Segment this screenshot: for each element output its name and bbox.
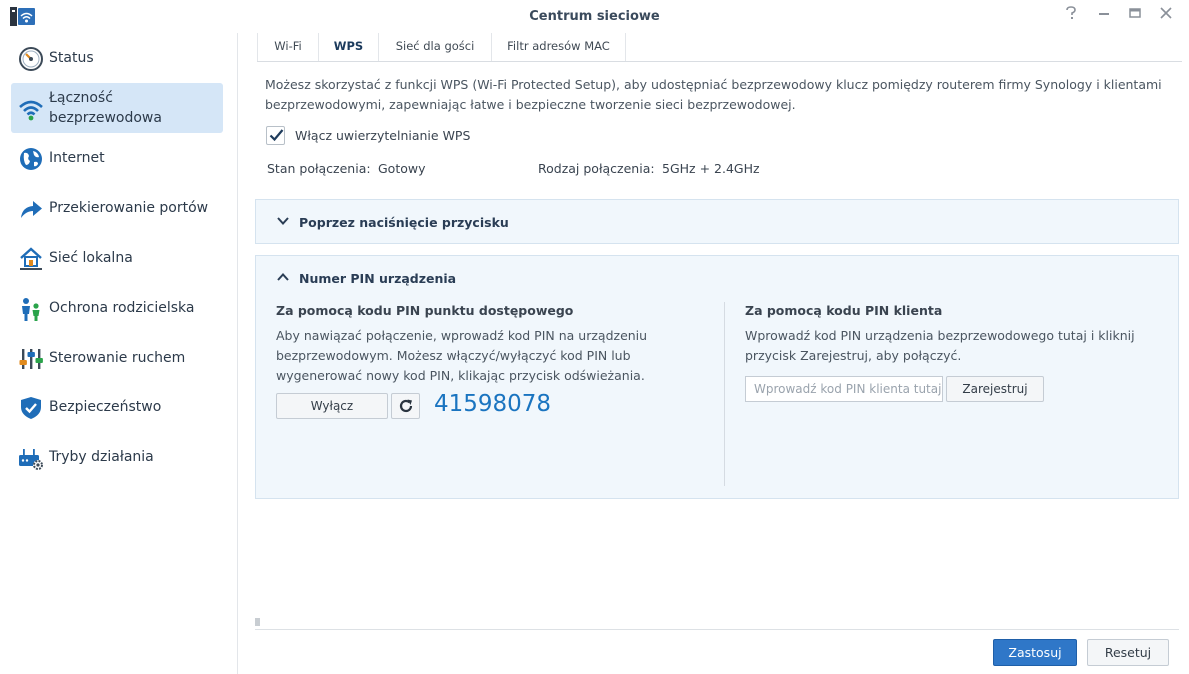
home-network-icon [20,247,42,270]
tab-mac-filter[interactable]: Filtr adresów MAC [492,33,626,61]
connection-type-value: 5GHz + 2.4GHz [662,161,760,176]
close-icon[interactable] [1157,6,1175,26]
help-icon[interactable] [1062,6,1080,26]
sidebar-item-parental-control[interactable]: Ochrona rodzicielska [11,283,223,333]
column-divider [724,302,725,486]
sidebar-item-label: Bezpieczeństwo [49,399,162,415]
ap-pin-value: 41598078 [434,391,552,417]
sidebar-item-label: Tryby działania [49,449,154,465]
client-pin-input[interactable] [745,376,943,402]
forward-arrow-icon [21,201,42,218]
router-gear-icon [19,449,43,470]
reset-button[interactable]: Resetuj [1087,639,1169,666]
sidebar-item-wireless[interactable]: Łączność bezprzewodowa [11,83,223,133]
footer-divider [255,629,1179,630]
client-pin-description: Wprowadź kod PIN urządzenia bezprzewodow… [745,328,1135,363]
globe-icon [20,148,42,170]
push-button-panel[interactable]: Poprzez naciśnięcie przycisku [255,199,1179,244]
checkmark-icon [269,129,284,142]
sidebar: Status Łączność bezprzewodowa Internet P… [0,33,238,674]
gauge-icon [19,47,43,71]
ap-pin-title: Za pomocą kodu PIN punktu dostępowego [276,303,574,318]
sidebar-item-label: Internet [49,150,105,166]
window-title: Centrum sieciowe [529,9,660,24]
sidebar-item-status[interactable]: Status [11,33,223,83]
sidebar-item-internet[interactable]: Internet [11,133,223,183]
sidebar-item-local-network[interactable]: Sieć lokalna [11,233,223,283]
sliders-icon [19,349,43,369]
main-content: Wi-Fi WPS Sieć dla gości Filtr adresów M… [239,33,1189,674]
chevron-down-icon [277,217,289,225]
shield-icon [21,397,41,419]
sidebar-item-traffic-control[interactable]: Sterowanie ruchem [11,333,223,383]
sidebar-item-label: Sieć lokalna [49,250,133,266]
sidebar-item-port-forwarding[interactable]: Przekierowanie portów [11,183,223,233]
sidebar-item-security[interactable]: Bezpieczeństwo [11,382,223,432]
connection-status-label: Stan połączenia: [267,161,371,176]
client-pin-title: Za pomocą kodu PIN klienta [745,303,943,318]
connection-status-value: Gotowy [378,161,426,176]
tab-wps[interactable]: WPS [319,33,379,61]
refresh-icon [399,399,412,413]
minimize-icon[interactable] [1095,6,1113,26]
title-bar: Centrum sieciowe [0,0,1189,33]
sidebar-item-label: Ochrona rodzicielska [49,300,195,316]
tabs-divider [257,61,1182,62]
sidebar-item-label: Przekierowanie portów [49,200,209,216]
chevron-up-icon[interactable] [277,272,289,282]
refresh-pin-button[interactable] [391,393,420,419]
apply-button[interactable]: Zastosuj [993,639,1077,666]
wifi-icon [19,100,43,121]
push-button-panel-title: Poprzez naciśnięcie przycisku [299,215,509,230]
family-icon [22,298,40,321]
wps-enable-label: Włącz uwierzytelnianie WPS [295,128,471,143]
maximize-icon[interactable] [1126,6,1144,26]
pin-panel-title: Numer PIN urządzenia [299,271,457,286]
sidebar-item-operation-modes[interactable]: Tryby działania [11,432,223,482]
sidebar-item-label: Łączność bezprzewodowa [49,90,162,126]
scroll-handle[interactable] [255,618,260,626]
connection-type-label: Rodzaj połączenia: [538,161,655,176]
wps-description: Możesz skorzystać z funkcji WPS (Wi-Fi P… [265,77,1162,112]
pin-panel: Numer PIN urządzenia Za pomocą kodu PIN … [255,255,1179,499]
tab-wifi[interactable]: Wi-Fi [257,33,319,61]
ap-pin-description: Aby nawiązać połączenie, wprowadź kod PI… [276,328,648,383]
sidebar-item-label: Status [49,50,94,66]
tab-guest-network[interactable]: Sieć dla gości [379,33,492,61]
register-button[interactable]: Zarejestruj [946,376,1044,402]
sidebar-item-label: Sterowanie ruchem [49,350,186,366]
wps-enable-checkbox[interactable] [266,126,285,145]
disable-pin-button[interactable]: Wyłącz [276,393,388,419]
